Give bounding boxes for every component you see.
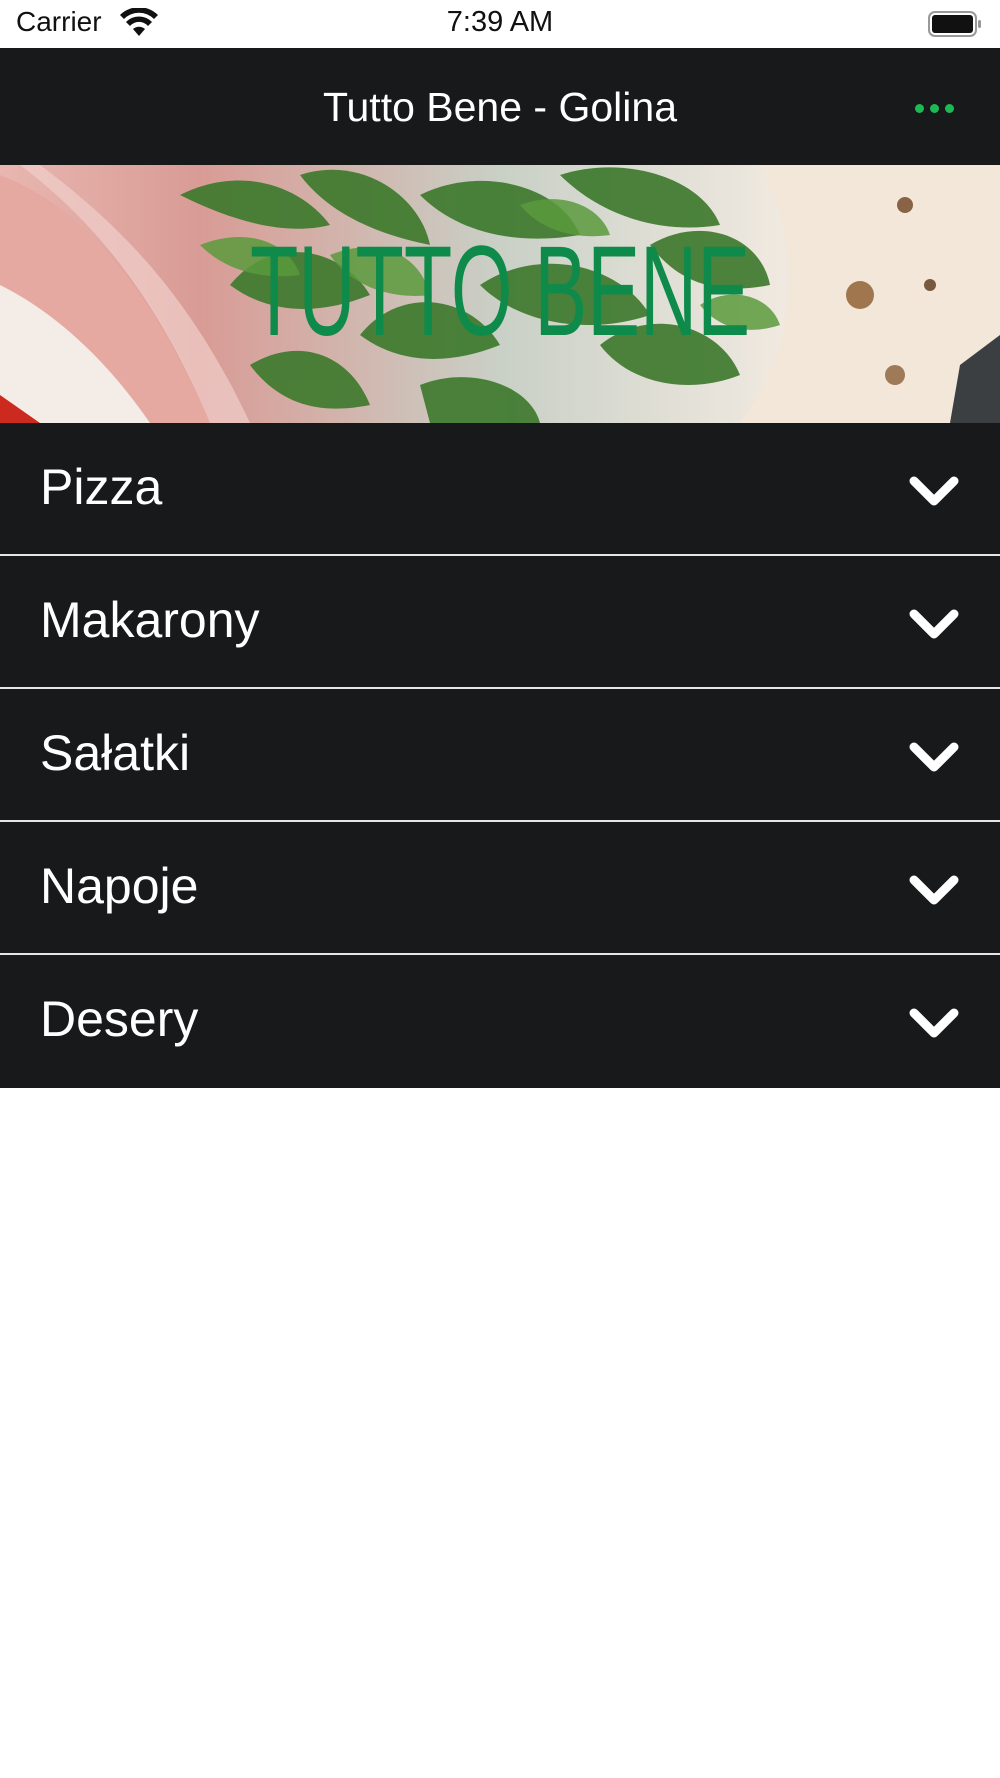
- battery-icon: [928, 11, 981, 37]
- page-title: Tutto Bene - Golina: [322, 84, 677, 130]
- chevron-down-icon: [909, 1008, 959, 1038]
- more-dots-icon: [914, 103, 924, 113]
- more-options-button[interactable]: [904, 88, 964, 128]
- chevron-down-icon: [909, 875, 959, 905]
- category-label: Pizza: [40, 459, 163, 515]
- chevron-down-icon: [909, 609, 959, 639]
- category-row-salatki[interactable]: Sałatki: [0, 689, 1000, 822]
- category-row-napoje[interactable]: Napoje: [0, 822, 1000, 955]
- status-bar: Carrier 7:39 AM: [0, 0, 1000, 48]
- hero-image: TUTTO BENE: [0, 165, 1000, 423]
- more-dot: [944, 103, 954, 113]
- more-dot: [929, 103, 939, 113]
- hero-logo: TUTTO BENE: [250, 220, 750, 363]
- category-label: Napoje: [40, 858, 199, 914]
- category-label: Desery: [40, 991, 199, 1047]
- status-time: 7:39 AM: [446, 6, 554, 38]
- chevron-down-icon: [909, 476, 959, 506]
- category-label: Makarony: [40, 592, 260, 648]
- chevron-down-icon: [909, 742, 959, 772]
- category-row-desery[interactable]: Desery: [0, 955, 1000, 1088]
- hero-banner: TUTTO BENE: [0, 165, 1000, 423]
- nav-header: Tutto Bene - Golina: [0, 48, 1000, 165]
- category-row-makarony[interactable]: Makarony: [0, 556, 1000, 689]
- category-list: Pizza Makarony Sałatki Napoje Desery: [0, 423, 1000, 1088]
- category-label: Sałatki: [40, 725, 191, 781]
- category-row-pizza[interactable]: Pizza: [0, 423, 1000, 556]
